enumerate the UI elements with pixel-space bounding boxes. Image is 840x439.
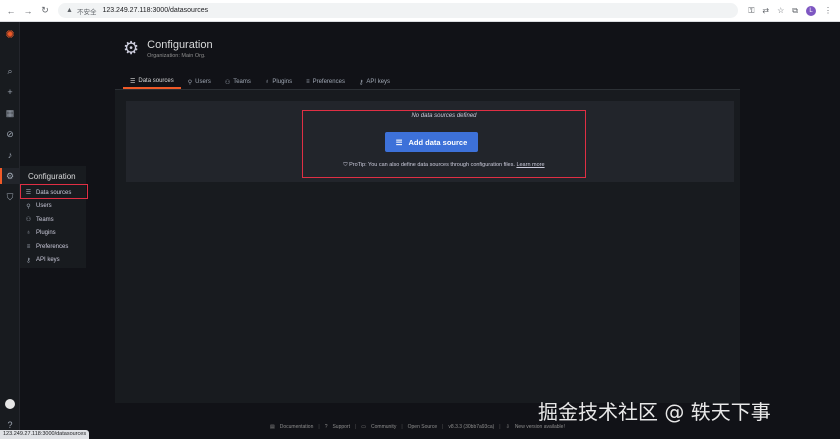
translate-icon[interactable]: ⇄: [762, 6, 769, 15]
empty-state-message: No data sources defined: [411, 113, 477, 119]
users-icon: ⚇: [224, 79, 231, 86]
menu-item-label: Plugins: [36, 230, 56, 237]
user-avatar[interactable]: [0, 396, 20, 412]
plus-icon[interactable]: +: [0, 84, 20, 100]
tab-plugins[interactable]: ♁ Plugins: [258, 75, 299, 89]
menu-item-preferences[interactable]: ≡ Preferences: [20, 240, 86, 254]
tab-users[interactable]: ⚲ Users: [181, 75, 218, 89]
protip-text: ProTip: You can also define data sources…: [349, 162, 515, 168]
sliders-icon: ≡: [306, 79, 310, 85]
tab-label: Users: [195, 79, 211, 85]
menu-icon[interactable]: ⋮: [824, 6, 832, 15]
menu-item-teams[interactable]: ⚇ Teams: [20, 213, 86, 227]
plug-icon: ♁: [264, 79, 270, 85]
watermark: 掘金技术社区 @ 轶天下事: [538, 400, 771, 424]
footer-separator: |: [442, 424, 444, 430]
add-data-source-button[interactable]: ☰ Add data source: [385, 132, 478, 152]
footer-separator: |: [354, 424, 357, 430]
users-icon: ⚇: [25, 217, 32, 224]
footer-version: v8.3.3 (30bb7a93ca): [448, 424, 495, 430]
plug-icon: ♁: [26, 230, 31, 237]
sliders-icon: ≡: [26, 243, 31, 250]
footer: ▤ Documentation | ? Support | ▭ Communit…: [270, 424, 565, 430]
gear-icon: ⚙: [123, 38, 140, 58]
bell-icon[interactable]: ♪: [0, 147, 20, 163]
shield-icon[interactable]: ⛉: [0, 189, 20, 205]
comments-icon: ▭: [361, 424, 367, 430]
footer-community-link[interactable]: Community: [371, 424, 396, 430]
page-title: Configuration: [147, 38, 213, 51]
tab-label: API keys: [366, 79, 391, 85]
menu-item-api-keys[interactable]: ⚷ API keys: [20, 254, 86, 268]
page-subtitle: Organization: Main Org.: [147, 52, 206, 59]
question-icon: ?: [324, 424, 328, 430]
footer-separator: |: [499, 424, 501, 430]
tab-label: Data sources: [138, 78, 174, 84]
footer-open-source-link[interactable]: Open Source: [408, 424, 437, 430]
add-data-source-label: Add data source: [408, 137, 468, 147]
browser-actions: ⚿ ⇄ ☆ ⧉ L ⋮: [748, 5, 840, 16]
key-icon: ⚷: [358, 79, 364, 86]
highlight-box-data-sources: [20, 184, 88, 199]
address-bar[interactable]: ▲ 不安全 123.249.27.118:3000/datasources: [58, 3, 738, 18]
tab-preferences[interactable]: ≡ Preferences: [299, 75, 352, 89]
key-icon[interactable]: ⚿: [748, 6, 754, 16]
tab-label: Teams: [233, 79, 251, 85]
tab-teams[interactable]: ⚇ Teams: [218, 75, 258, 89]
key-icon: ⚷: [26, 257, 31, 264]
warning-icon: ▲: [66, 7, 73, 14]
tab-label: Preferences: [312, 79, 345, 85]
dashboards-icon[interactable]: ▦: [0, 105, 20, 121]
insecure-label: 不安全: [76, 8, 97, 16]
grafana-logo-icon[interactable]: ✺: [0, 26, 20, 42]
sidebar: ✺ ⌕ + ▦ ⊘ ♪ ⚙ ⛉ ?: [0, 22, 20, 439]
user-icon: ⚲: [187, 79, 193, 86]
rocket-icon: ⛉: [343, 162, 348, 168]
menu-item-users[interactable]: ⚲ Users: [20, 200, 86, 214]
learn-more-link[interactable]: Learn more: [516, 162, 544, 168]
protip: ⛉ ProTip: You can also define data sourc…: [303, 162, 585, 169]
configuration-menu: Configuration ☰ Data sources ⚲ Users ⚇ T…: [20, 166, 86, 268]
menu-item-label: Teams: [36, 216, 54, 223]
user-icon: ⚲: [26, 203, 31, 210]
footer-documentation-link[interactable]: Documentation: [280, 424, 314, 430]
download-icon: ⇩: [505, 424, 510, 430]
avatar: [5, 399, 15, 409]
reload-icon[interactable]: ↻: [40, 5, 50, 16]
tab-data-sources[interactable]: ☰ Data sources: [123, 75, 181, 89]
footer-separator: |: [318, 424, 320, 430]
document-icon: ▤: [270, 424, 275, 430]
back-icon[interactable]: ←: [6, 6, 16, 16]
forward-icon[interactable]: →: [23, 6, 33, 16]
tab-label: Plugins: [272, 79, 293, 85]
search-icon[interactable]: ⌕: [0, 63, 20, 79]
tab-bar: ☰ Data sources ⚲ Users ⚇ Teams ♁ Plugins…: [123, 75, 397, 89]
footer-separator: |: [401, 424, 403, 430]
browser-nav: ← → ↻: [0, 5, 50, 16]
configuration-menu-title: Configuration: [28, 171, 76, 181]
database-icon: ☰: [130, 78, 136, 85]
star-icon[interactable]: ☆: [777, 6, 784, 15]
menu-item-plugins[interactable]: ♁ Plugins: [20, 227, 86, 241]
extensions-icon[interactable]: ⧉: [792, 6, 798, 16]
status-url: 123.249.27.118:3000/datasources: [0, 430, 90, 439]
url-text: 123.249.27.118:3000/datasources: [102, 7, 209, 14]
gear-icon[interactable]: ⚙: [0, 168, 20, 184]
tab-api-keys[interactable]: ⚷ API keys: [352, 75, 397, 89]
menu-item-label: API keys: [36, 257, 60, 264]
footer-support-link[interactable]: Support: [332, 424, 350, 430]
explore-icon[interactable]: ⊘: [0, 126, 20, 142]
profile-avatar[interactable]: L: [806, 5, 816, 16]
menu-item-label: Users: [36, 203, 52, 210]
empty-state: No data sources defined ☰ Add data sourc…: [302, 110, 586, 178]
database-icon: ☰: [395, 137, 403, 147]
menu-item-label: Preferences: [36, 243, 69, 250]
page-header: ⚙ Configuration Organization: Main Org.: [123, 38, 213, 59]
browser-toolbar: ← → ↻ ▲ 不安全 123.249.27.118:3000/datasour…: [0, 0, 840, 22]
page-header-text: Configuration Organization: Main Org.: [147, 39, 212, 59]
